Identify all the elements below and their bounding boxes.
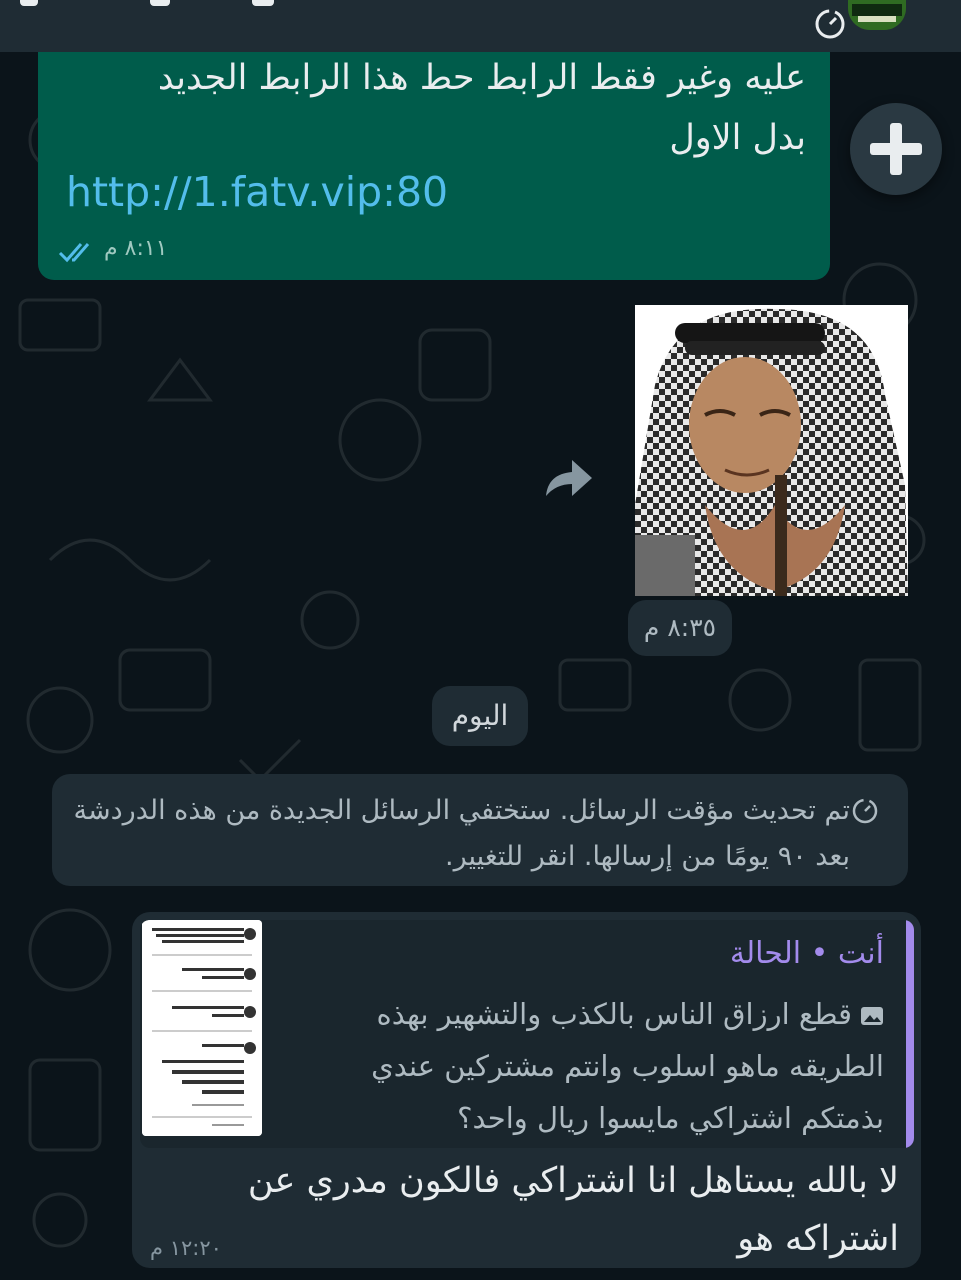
outgoing-message-bubble[interactable]: عليه وغير فقط الرابط حط هذا الرابط الجدي… (38, 52, 830, 280)
message-text: لا بالله يستاهل انا اشتراكي فالكون مدري … (247, 1161, 899, 1259)
elderly-man-heart-hands-sticker[interactable] (635, 305, 908, 596)
quote-text: قطع ارزاق الناس بالكذب والتشهير بهذه الط… (324, 988, 884, 1144)
contact-avatar[interactable] (848, 0, 906, 30)
status-bar-fragment (252, 0, 274, 6)
message-text-line: عليه وغير فقط الرابط حط هذا الرابط الجدي… (157, 58, 806, 98)
attach-button[interactable] (850, 103, 942, 195)
disappearing-timer-icon (815, 9, 845, 39)
photo-icon (861, 1007, 883, 1025)
double-check-read-icon (58, 243, 90, 263)
date-divider: اليوم (432, 686, 528, 746)
quote-accent-bar (906, 920, 914, 1148)
incoming-message-bubble[interactable]: أنت • الحالة قطع ارزاق الناس بالكذب والت… (132, 912, 921, 1268)
sticker-timestamp: ٨:٣٥ م (628, 600, 732, 656)
tweet-screenshot-thumbnail[interactable] (142, 920, 262, 1136)
message-timestamp: ١٢:٢٠ م (150, 1236, 222, 1260)
message-timestamp: ٨:١١ م (104, 236, 168, 261)
message-link[interactable]: http://1.fatv.vip:80 (66, 168, 448, 216)
timer-icon (852, 798, 878, 824)
status-bar-fragment (150, 0, 170, 6)
timer-change-notice[interactable]: تم تحديث مؤقت الرسائل. ستختفي الرسائل ال… (52, 774, 908, 886)
quote-sender: أنت • الحالة (729, 936, 884, 971)
quoted-status-reply[interactable]: أنت • الحالة قطع ارزاق الناس بالكذب والت… (140, 920, 914, 1148)
quote-text-content: قطع ارزاق الناس بالكذب والتشهير بهذه الط… (371, 997, 884, 1135)
message-text-line: بدل الاول (669, 118, 806, 158)
plus-icon (870, 123, 922, 175)
forward-arrow-icon[interactable] (540, 456, 594, 502)
chat-header (0, 0, 961, 52)
notice-text: تم تحديث مؤقت الرسائل. ستختفي الرسائل ال… (73, 795, 850, 872)
status-bar-fragment (20, 0, 38, 6)
